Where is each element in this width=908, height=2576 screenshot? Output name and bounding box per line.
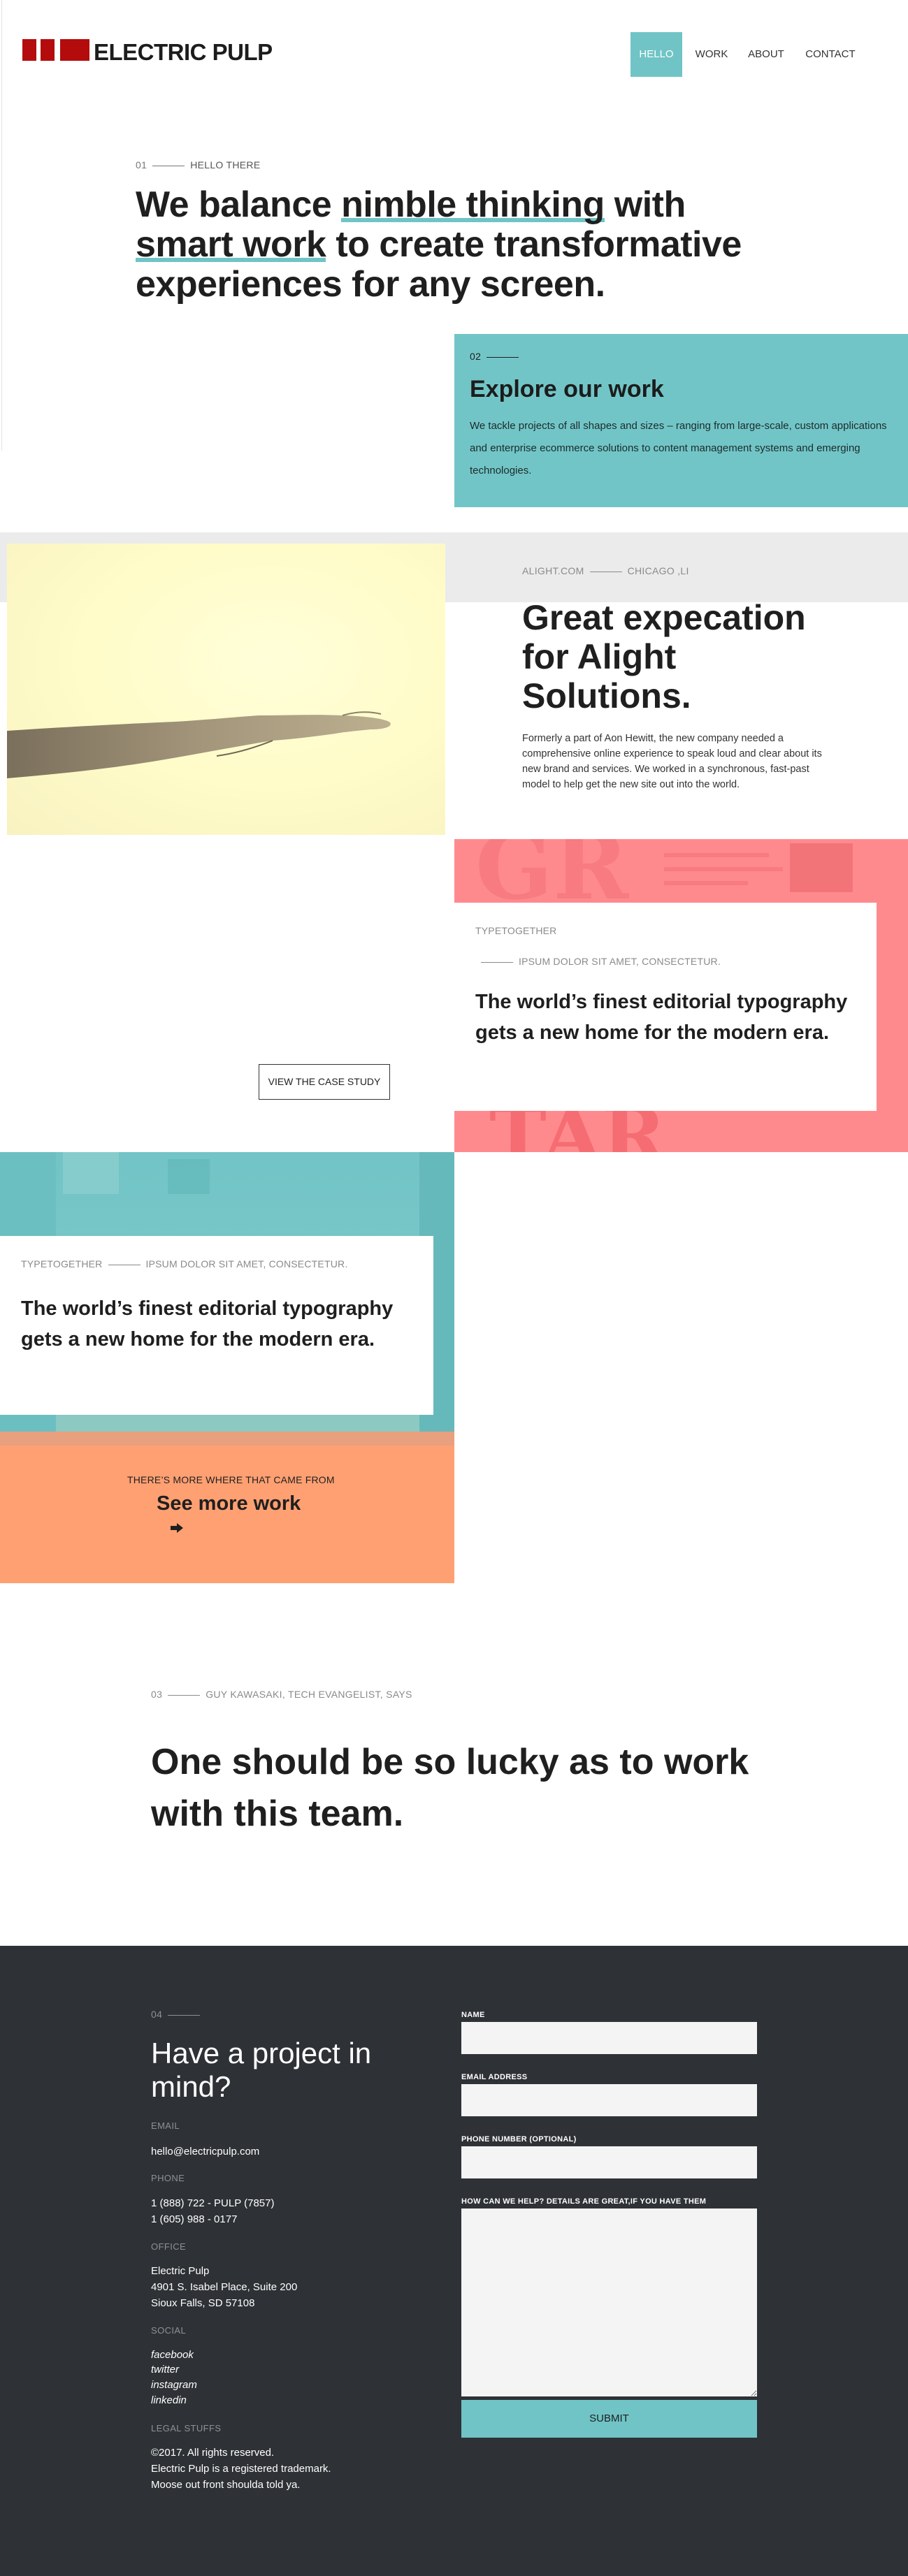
case-teal-eyebrow: TYPETOGETHER IPSUM DOLOR SIT AMET, CONSEC… [21,1258,347,1269]
message-field-label: HOW CAN WE HELP? DETAILS ARE GREAT,IF YO… [461,2197,707,2206]
logo-text: ELECTRIC PULP [94,39,273,65]
name-field[interactable] [461,2022,757,2054]
section-number: 01 [136,159,147,170]
legal-line-1: ©2017. All rights reserved. [151,2447,275,2459]
legal-label: LEGAL STUFFS [151,2423,222,2433]
section-number: 03 [151,1689,163,1700]
nav-hello[interactable]: HELLO [630,32,682,77]
alight-body: Formerly a part of Aon Hewitt, the new c… [522,733,822,790]
phone-label: PHONE [151,2173,185,2183]
hero-headline: We balance nimble thinking with smart wo… [136,184,742,305]
explore-eyebrow: 02 [470,351,524,362]
case-tagline: IPSUM DOLOR SIT AMET, CONSECTETUR. [519,956,721,967]
left-rule [1,0,2,451]
social-twitter[interactable]: twitter [151,2362,179,2378]
hand-illustration [7,711,391,778]
explore-title[interactable]: Explore our work [470,376,664,403]
hand-photo [7,544,445,835]
legal-line-3: Moose out front shoulda told ya. [151,2479,301,2491]
quote-attribution: GUY KAWASAKI, TECH EVANGELIST, SAYS [206,1689,412,1700]
explore-panel: 02 Explore our work We tackle projects o… [454,334,908,507]
hero-eyebrow: 01 HELLO THERE [136,159,260,170]
contact-eyebrow: 04 [151,2009,206,2020]
phone-field-label: PHONE NUMBER (OPTIONAL) [461,2135,577,2144]
office-label: OFFICE [151,2241,187,2252]
contact-email[interactable]: hello@electricpulp.com [151,2144,259,2160]
office-line-1: Electric Pulp [151,2265,210,2277]
social-label: SOCIAL [151,2325,187,2336]
email-field[interactable] [461,2084,757,2116]
social-instagram[interactable]: instagram [151,2378,197,2393]
alight-site[interactable]: ALIGHT.COM [522,565,584,576]
case-client: TYPETOGETHER [475,925,557,936]
office-line-3: Sioux Falls, SD 57108 [151,2297,255,2309]
nav-work[interactable]: WORK [689,32,734,77]
highlight-smart-work: smart work [136,224,326,265]
phone-1[interactable]: 1 (888) 722 - PULP (7857) [151,2196,275,2211]
hero-eyebrow-text: HELLO THERE [190,159,261,170]
explore-body: We tackle projects of all shapes and siz… [470,420,887,476]
testimonial-quote: One should be so lucky as to work with t… [151,1742,749,1834]
legal-line-2: Electric Pulp is a registered trademark. [151,2463,331,2475]
message-field[interactable] [461,2208,757,2396]
case-teal-title[interactable]: The world’s finest editorial typography … [21,1293,419,1355]
case-card-teal: TYPETOGETHER IPSUM DOLOR SIT AMET, CONSEC… [0,1236,433,1415]
more-work-title[interactable]: See more work [157,1492,301,1515]
highlight-nimble-thinking: nimble thinking [341,184,605,225]
logo-block-2 [41,39,55,61]
email-field-label: EMAIL ADDRESS [461,2073,528,2081]
quote-eyebrow: 03 GUY KAWASAKI, TECH EVANGELIST, SAYS [151,1689,412,1700]
submit-button[interactable]: SUBMIT [461,2400,757,2438]
social-facebook[interactable]: facebook [151,2348,194,2363]
nav-contact[interactable]: CONTACT [800,32,861,77]
phone-2[interactable]: 1 (605) 988 - 0177 [151,2212,237,2227]
arrow-right-icon[interactable] [171,1523,183,1536]
case-title[interactable]: The world’s finest editorial typography … [475,987,867,1048]
office-line-2: 4901 S. Isabel Place, Suite 200 [151,2281,298,2293]
alight-location: CHICAGO ,LI [627,565,689,576]
social-linkedin[interactable]: linkedin [151,2393,187,2408]
case-tagline-row: IPSUM DOLOR SIT AMET, CONSECTETUR. [475,956,721,967]
case-card-red: TYPETOGETHER IPSUM DOLOR SIT AMET, CONSE… [454,903,877,1111]
logo-block-1 [22,39,36,61]
decorative-photo [790,843,853,892]
contact-footer: 04 Have a project in mind? EMAIL hello@e… [0,1946,908,2576]
alight-title[interactable]: Great expecation for Alight Solutions. [522,598,851,715]
alight-eyebrow: ALIGHT.COM CHICAGO ,LI [522,565,689,576]
logo-block-3 [60,39,89,61]
email-label: EMAIL [151,2120,180,2131]
view-case-study-button[interactable]: VIEW THE CASE STUDY [259,1064,390,1100]
nav-about[interactable]: ABOUT [744,32,788,77]
more-work-eyebrow: THERE’S MORE WHERE THAT CAME FROM [127,1474,335,1485]
name-field-label: NAME [461,2011,485,2019]
case-teal-client: TYPETOGETHER [21,1258,103,1269]
case-teal-tagline: IPSUM DOLOR SIT AMET, CONSECTETUR. [145,1258,348,1269]
phone-field[interactable] [461,2146,757,2178]
contact-title: Have a project in mind? [151,2037,372,2103]
